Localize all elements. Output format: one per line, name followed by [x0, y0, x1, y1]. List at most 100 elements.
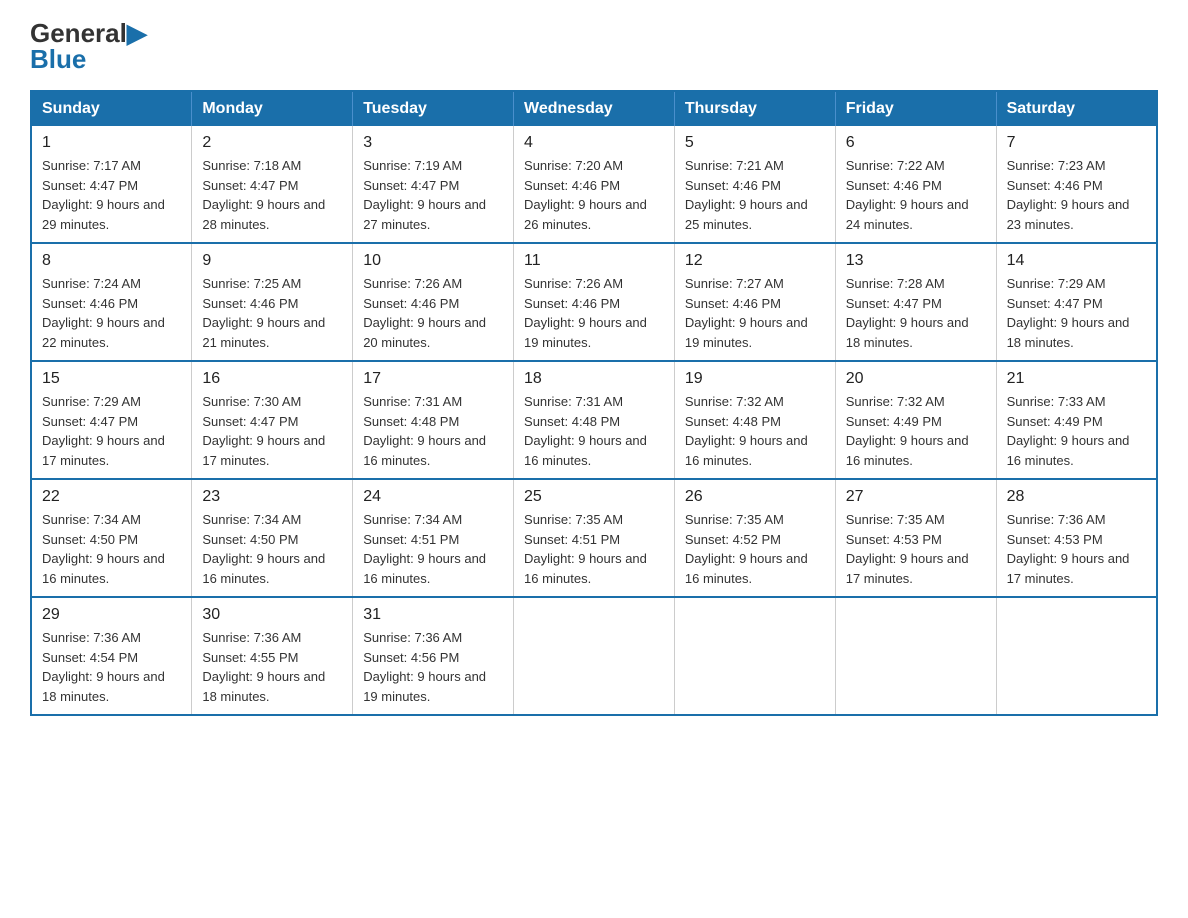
day-info: Sunrise: 7:22 AM Sunset: 4:46 PM Dayligh…: [846, 156, 986, 234]
day-number: 31: [363, 606, 503, 624]
day-of-week-header: Wednesday: [514, 91, 675, 126]
day-info: Sunrise: 7:20 AM Sunset: 4:46 PM Dayligh…: [524, 156, 664, 234]
logo-blue-text: Blue: [30, 46, 86, 72]
calendar-day-cell: 30 Sunrise: 7:36 AM Sunset: 4:55 PM Dayl…: [192, 597, 353, 715]
calendar-day-cell: 7 Sunrise: 7:23 AM Sunset: 4:46 PM Dayli…: [996, 126, 1157, 243]
calendar-week-row: 1 Sunrise: 7:17 AM Sunset: 4:47 PM Dayli…: [31, 126, 1157, 243]
calendar-day-cell: 2 Sunrise: 7:18 AM Sunset: 4:47 PM Dayli…: [192, 126, 353, 243]
day-info: Sunrise: 7:21 AM Sunset: 4:46 PM Dayligh…: [685, 156, 825, 234]
day-number: 9: [202, 252, 342, 270]
calendar-day-cell: 3 Sunrise: 7:19 AM Sunset: 4:47 PM Dayli…: [353, 126, 514, 243]
calendar-day-cell: 1 Sunrise: 7:17 AM Sunset: 4:47 PM Dayli…: [31, 126, 192, 243]
day-number: 22: [42, 488, 181, 506]
logo-triangle-icon: ▶: [127, 18, 147, 48]
calendar-day-cell: 14 Sunrise: 7:29 AM Sunset: 4:47 PM Dayl…: [996, 243, 1157, 361]
day-of-week-header: Friday: [835, 91, 996, 126]
calendar-day-cell: 4 Sunrise: 7:20 AM Sunset: 4:46 PM Dayli…: [514, 126, 675, 243]
day-number: 30: [202, 606, 342, 624]
calendar-day-cell: 28 Sunrise: 7:36 AM Sunset: 4:53 PM Dayl…: [996, 479, 1157, 597]
day-number: 25: [524, 488, 664, 506]
days-of-week-row: SundayMondayTuesdayWednesdayThursdayFrid…: [31, 91, 1157, 126]
day-info: Sunrise: 7:36 AM Sunset: 4:56 PM Dayligh…: [363, 628, 503, 706]
calendar-week-row: 29 Sunrise: 7:36 AM Sunset: 4:54 PM Dayl…: [31, 597, 1157, 715]
calendar-day-cell: 13 Sunrise: 7:28 AM Sunset: 4:47 PM Dayl…: [835, 243, 996, 361]
day-number: 20: [846, 370, 986, 388]
day-info: Sunrise: 7:36 AM Sunset: 4:55 PM Dayligh…: [202, 628, 342, 706]
calendar-day-cell: 6 Sunrise: 7:22 AM Sunset: 4:46 PM Dayli…: [835, 126, 996, 243]
day-number: 16: [202, 370, 342, 388]
logo-general-text: General▶: [30, 20, 147, 46]
day-info: Sunrise: 7:36 AM Sunset: 4:53 PM Dayligh…: [1007, 510, 1146, 588]
day-number: 14: [1007, 252, 1146, 270]
day-info: Sunrise: 7:31 AM Sunset: 4:48 PM Dayligh…: [363, 392, 503, 470]
day-of-week-header: Tuesday: [353, 91, 514, 126]
day-number: 12: [685, 252, 825, 270]
day-info: Sunrise: 7:31 AM Sunset: 4:48 PM Dayligh…: [524, 392, 664, 470]
day-number: 18: [524, 370, 664, 388]
calendar-day-cell: 31 Sunrise: 7:36 AM Sunset: 4:56 PM Dayl…: [353, 597, 514, 715]
day-number: 4: [524, 134, 664, 152]
logo: General▶ Blue: [30, 20, 147, 72]
day-number: 1: [42, 134, 181, 152]
calendar-day-cell: 20 Sunrise: 7:32 AM Sunset: 4:49 PM Dayl…: [835, 361, 996, 479]
calendar-day-cell: 16 Sunrise: 7:30 AM Sunset: 4:47 PM Dayl…: [192, 361, 353, 479]
day-info: Sunrise: 7:24 AM Sunset: 4:46 PM Dayligh…: [42, 274, 181, 352]
day-number: 15: [42, 370, 181, 388]
day-info: Sunrise: 7:29 AM Sunset: 4:47 PM Dayligh…: [1007, 274, 1146, 352]
calendar-day-cell: 25 Sunrise: 7:35 AM Sunset: 4:51 PM Dayl…: [514, 479, 675, 597]
day-info: Sunrise: 7:25 AM Sunset: 4:46 PM Dayligh…: [202, 274, 342, 352]
day-info: Sunrise: 7:34 AM Sunset: 4:50 PM Dayligh…: [202, 510, 342, 588]
day-info: Sunrise: 7:29 AM Sunset: 4:47 PM Dayligh…: [42, 392, 181, 470]
day-info: Sunrise: 7:27 AM Sunset: 4:46 PM Dayligh…: [685, 274, 825, 352]
page-header: General▶ Blue: [30, 20, 1158, 72]
calendar-header: SundayMondayTuesdayWednesdayThursdayFrid…: [31, 91, 1157, 126]
day-info: Sunrise: 7:35 AM Sunset: 4:52 PM Dayligh…: [685, 510, 825, 588]
day-number: 28: [1007, 488, 1146, 506]
day-info: Sunrise: 7:34 AM Sunset: 4:51 PM Dayligh…: [363, 510, 503, 588]
calendar-day-cell: 19 Sunrise: 7:32 AM Sunset: 4:48 PM Dayl…: [674, 361, 835, 479]
calendar-day-cell: 15 Sunrise: 7:29 AM Sunset: 4:47 PM Dayl…: [31, 361, 192, 479]
calendar-day-cell: 29 Sunrise: 7:36 AM Sunset: 4:54 PM Dayl…: [31, 597, 192, 715]
day-number: 13: [846, 252, 986, 270]
calendar-week-row: 15 Sunrise: 7:29 AM Sunset: 4:47 PM Dayl…: [31, 361, 1157, 479]
day-number: 27: [846, 488, 986, 506]
day-info: Sunrise: 7:33 AM Sunset: 4:49 PM Dayligh…: [1007, 392, 1146, 470]
day-number: 21: [1007, 370, 1146, 388]
day-number: 29: [42, 606, 181, 624]
day-number: 19: [685, 370, 825, 388]
calendar-day-cell: 11 Sunrise: 7:26 AM Sunset: 4:46 PM Dayl…: [514, 243, 675, 361]
calendar-day-cell: 8 Sunrise: 7:24 AM Sunset: 4:46 PM Dayli…: [31, 243, 192, 361]
day-number: 7: [1007, 134, 1146, 152]
calendar-week-row: 8 Sunrise: 7:24 AM Sunset: 4:46 PM Dayli…: [31, 243, 1157, 361]
calendar-table: SundayMondayTuesdayWednesdayThursdayFrid…: [30, 90, 1158, 716]
day-info: Sunrise: 7:32 AM Sunset: 4:48 PM Dayligh…: [685, 392, 825, 470]
calendar-day-cell: 26 Sunrise: 7:35 AM Sunset: 4:52 PM Dayl…: [674, 479, 835, 597]
day-number: 2: [202, 134, 342, 152]
day-of-week-header: Monday: [192, 91, 353, 126]
day-info: Sunrise: 7:23 AM Sunset: 4:46 PM Dayligh…: [1007, 156, 1146, 234]
calendar-day-cell: 9 Sunrise: 7:25 AM Sunset: 4:46 PM Dayli…: [192, 243, 353, 361]
day-number: 17: [363, 370, 503, 388]
calendar-day-cell: 22 Sunrise: 7:34 AM Sunset: 4:50 PM Dayl…: [31, 479, 192, 597]
day-info: Sunrise: 7:26 AM Sunset: 4:46 PM Dayligh…: [363, 274, 503, 352]
day-number: 24: [363, 488, 503, 506]
calendar-day-cell: 10 Sunrise: 7:26 AM Sunset: 4:46 PM Dayl…: [353, 243, 514, 361]
calendar-day-cell: [674, 597, 835, 715]
day-of-week-header: Thursday: [674, 91, 835, 126]
calendar-day-cell: [514, 597, 675, 715]
day-number: 23: [202, 488, 342, 506]
day-info: Sunrise: 7:28 AM Sunset: 4:47 PM Dayligh…: [846, 274, 986, 352]
calendar-day-cell: 27 Sunrise: 7:35 AM Sunset: 4:53 PM Dayl…: [835, 479, 996, 597]
day-of-week-header: Sunday: [31, 91, 192, 126]
day-number: 3: [363, 134, 503, 152]
calendar-day-cell: 17 Sunrise: 7:31 AM Sunset: 4:48 PM Dayl…: [353, 361, 514, 479]
day-number: 8: [42, 252, 181, 270]
day-info: Sunrise: 7:30 AM Sunset: 4:47 PM Dayligh…: [202, 392, 342, 470]
calendar-day-cell: 21 Sunrise: 7:33 AM Sunset: 4:49 PM Dayl…: [996, 361, 1157, 479]
day-number: 10: [363, 252, 503, 270]
day-of-week-header: Saturday: [996, 91, 1157, 126]
day-info: Sunrise: 7:19 AM Sunset: 4:47 PM Dayligh…: [363, 156, 503, 234]
day-info: Sunrise: 7:34 AM Sunset: 4:50 PM Dayligh…: [42, 510, 181, 588]
day-number: 26: [685, 488, 825, 506]
day-number: 5: [685, 134, 825, 152]
